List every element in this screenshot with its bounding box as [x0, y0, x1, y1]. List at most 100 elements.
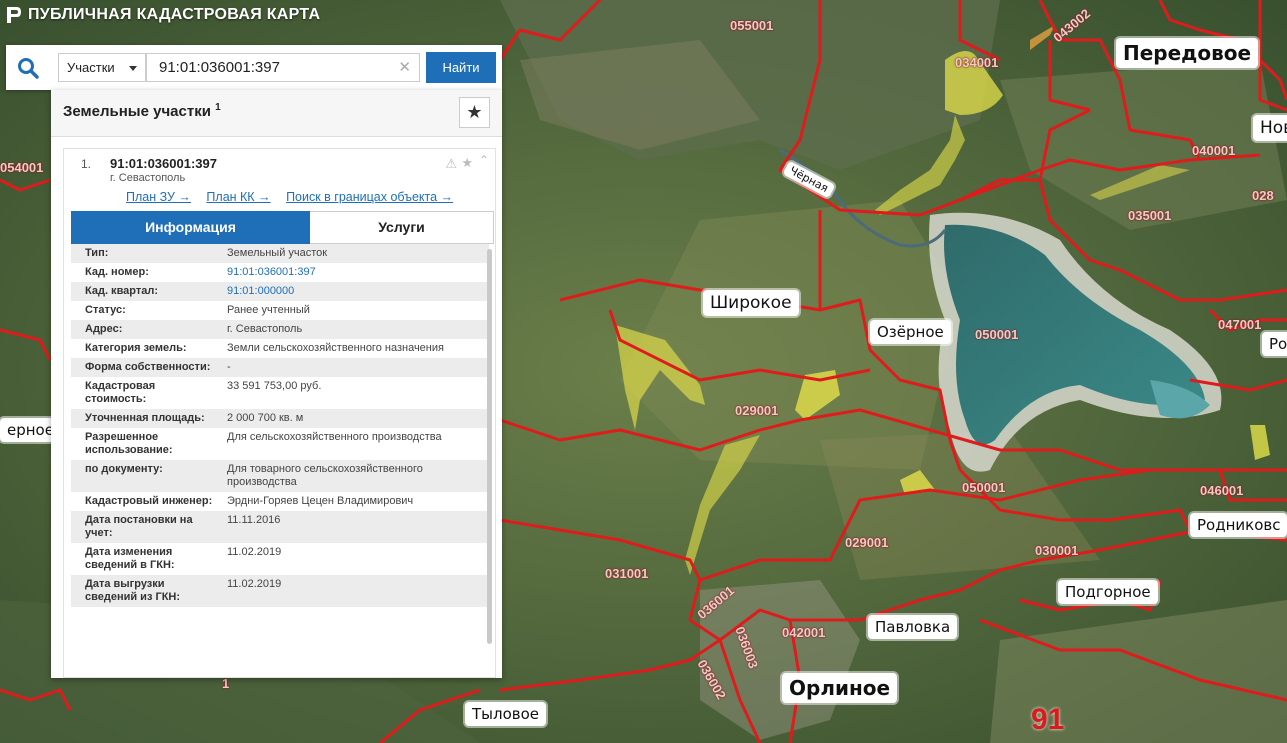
info-row: Категория земель: Земли сельскохозяйствен…: [71, 339, 489, 358]
code-054001: 054001: [0, 160, 44, 175]
place-podgornoe: Подгорное: [1058, 580, 1158, 604]
info-value: Ранее учтенный: [227, 304, 310, 316]
code-050001-b: 050001: [962, 480, 1006, 495]
link-plan-kk[interactable]: План КК →: [206, 190, 270, 204]
info-row: Статус: Ранее учтенный: [71, 301, 489, 320]
search-type-select[interactable]: Участки: [58, 53, 146, 82]
info-key: Дата изменения сведений в ГКН:: [85, 546, 175, 571]
info-table: Тип: Земельный участок Кад. номер: 91:01:03…: [71, 244, 489, 607]
code-029001-b: 029001: [845, 535, 889, 550]
panel-title: Земельные участки 1: [63, 102, 221, 120]
place-ozernoe: Озёрное: [870, 320, 951, 344]
chevron-down-icon: [129, 66, 137, 71]
tab-information[interactable]: Информация: [71, 211, 310, 244]
code-050001: 050001: [975, 327, 1019, 342]
info-row: Кадастровая стоимость: 33 591 753,00 руб.: [71, 377, 489, 409]
info-row: Уточненная площадь: 2 000 700 кв. м: [71, 409, 489, 428]
info-value: -: [227, 361, 231, 373]
info-value: 11.02.2019: [227, 546, 282, 558]
star-icon: ★: [466, 102, 483, 122]
info-key: Кад. номер:: [85, 266, 149, 278]
code-042001: 042001: [782, 625, 826, 640]
code-040001: 040001: [1192, 143, 1236, 158]
link-plan-zu[interactable]: План ЗУ →: [126, 190, 191, 204]
info-row: Кадастровый инженер: Эрдни-Горяев Цецен В…: [71, 492, 489, 511]
scrollbar[interactable]: [487, 249, 492, 644]
info-row: Дата постановки на учет: 11.11.2016: [71, 511, 489, 543]
search-query: 91:01:036001:397: [159, 59, 280, 76]
info-row: Разрешенное использование: Для сельскохоз…: [71, 428, 489, 460]
warning-icon[interactable]: ⚠: [445, 156, 457, 172]
code-029001-a: 029001: [735, 403, 779, 418]
info-row: Тип: Земельный участок: [71, 244, 489, 263]
info-value[interactable]: 91:01:036001:397: [221, 263, 489, 282]
results-panel: Земельные участки 1 ★ 1. 91:01:036001:39…: [51, 90, 502, 678]
code-028: 028: [1252, 188, 1274, 203]
info-key: Дата постановки на учет:: [85, 514, 193, 539]
search-type-label: Участки: [67, 60, 115, 75]
result-count: 1: [215, 102, 221, 113]
info-row: Адрес: г. Севастополь: [71, 320, 489, 339]
info-key: Дата выгрузки сведений из ГКН:: [85, 578, 181, 603]
info-key: Кадастровый инженер:: [85, 495, 213, 507]
favorites-button[interactable]: ★: [459, 97, 490, 128]
app-header: ПУБЛИЧНАЯ КАДАСТРОВАЯ КАРТА: [6, 6, 320, 24]
info-key: Уточненная площадь:: [85, 412, 205, 424]
info-key: Кадастровая стоимость:: [85, 380, 156, 405]
info-value[interactable]: 91:01:000000: [221, 282, 489, 301]
place-tylovoe: Тыловое: [465, 702, 547, 726]
info-value: 11.02.2019: [227, 578, 282, 590]
panel-header: Земельные участки 1 ★: [51, 90, 502, 137]
result-index: 1.: [81, 157, 92, 171]
info-row: Кад. квартал: 91:01:000000: [71, 282, 489, 301]
code-034001: 034001: [955, 55, 999, 70]
info-value: 11.11.2016: [227, 514, 281, 526]
info-tabs: Информация Услуги: [71, 211, 494, 244]
info-key: Адрес:: [85, 323, 123, 335]
info-key: Статус:: [85, 304, 126, 316]
info-row: по документу: Для товарного сельскохозяйс…: [71, 460, 489, 492]
chevron-up-icon[interactable]: ⌃: [479, 153, 489, 167]
info-row: Дата изменения сведений в ГКН: 11.02.2019: [71, 543, 489, 575]
info-value: Земельный участок: [227, 247, 328, 259]
code-035001: 035001: [1128, 208, 1172, 223]
place-rodnikovskoe: Родниковс: [1190, 513, 1287, 537]
search-input[interactable]: 91:01:036001:397 ✕: [146, 53, 420, 82]
info-key: Разрешенное использование:: [85, 431, 173, 456]
clear-icon[interactable]: ✕: [398, 54, 411, 81]
info-value: Эрдни-Горяев Цецен Владимирович: [227, 495, 414, 507]
tab-services[interactable]: Услуги: [310, 211, 494, 244]
info-row: Кад. номер: 91:01:036001:397: [71, 263, 489, 282]
search-bar: Участки 91:01:036001:397 ✕ Найти: [6, 45, 502, 90]
info-value: Для сельскохозяйственного производства: [227, 431, 442, 443]
result-links: План ЗУ → План КК → Поиск в границах объ…: [126, 190, 465, 204]
place-nov: Нов: [1253, 115, 1287, 141]
search-icon[interactable]: [16, 56, 40, 80]
info-value: Для товарного сельскохозяйственного прои…: [227, 463, 423, 488]
code-031001: 031001: [605, 566, 649, 581]
code-030001: 030001: [1035, 543, 1079, 558]
info-key: Кад. квартал:: [85, 285, 159, 297]
code-046001: 046001: [1200, 483, 1244, 498]
find-button[interactable]: Найти: [426, 52, 496, 83]
code-fragment: 1: [222, 676, 230, 691]
parcel-id[interactable]: 91:01:036001:397: [110, 156, 217, 171]
region-number: 91: [1031, 703, 1065, 736]
result-card: 1. 91:01:036001:397 г. Севастополь ⚠ ★ ⌃…: [63, 148, 496, 678]
info-value: г. Севастополь: [227, 323, 303, 335]
logo-icon: [7, 7, 21, 23]
place-orlinoe: Орлиное: [782, 673, 898, 703]
info-value: 33 591 753,00 руб.: [227, 380, 322, 392]
info-key: Форма собственности:: [85, 361, 211, 373]
info-key: Категория земель:: [85, 342, 187, 354]
info-key: Тип:: [85, 247, 109, 259]
panel-title-text: Земельные участки: [63, 103, 211, 120]
info-key: по документу:: [85, 463, 163, 475]
info-row: Дата выгрузки сведений из ГКН: 11.02.2019: [71, 575, 489, 607]
app-title: ПУБЛИЧНАЯ КАДАСТРОВАЯ КАРТА: [28, 6, 321, 23]
info-value: Земли сельскохозяйственного назначения: [227, 342, 444, 354]
link-search-bounds[interactable]: Поиск в границах объекта →: [286, 190, 453, 204]
code-055001: 055001: [730, 18, 774, 33]
star-outline-icon[interactable]: ★: [461, 155, 473, 171]
code-047001: 047001: [1218, 317, 1262, 332]
